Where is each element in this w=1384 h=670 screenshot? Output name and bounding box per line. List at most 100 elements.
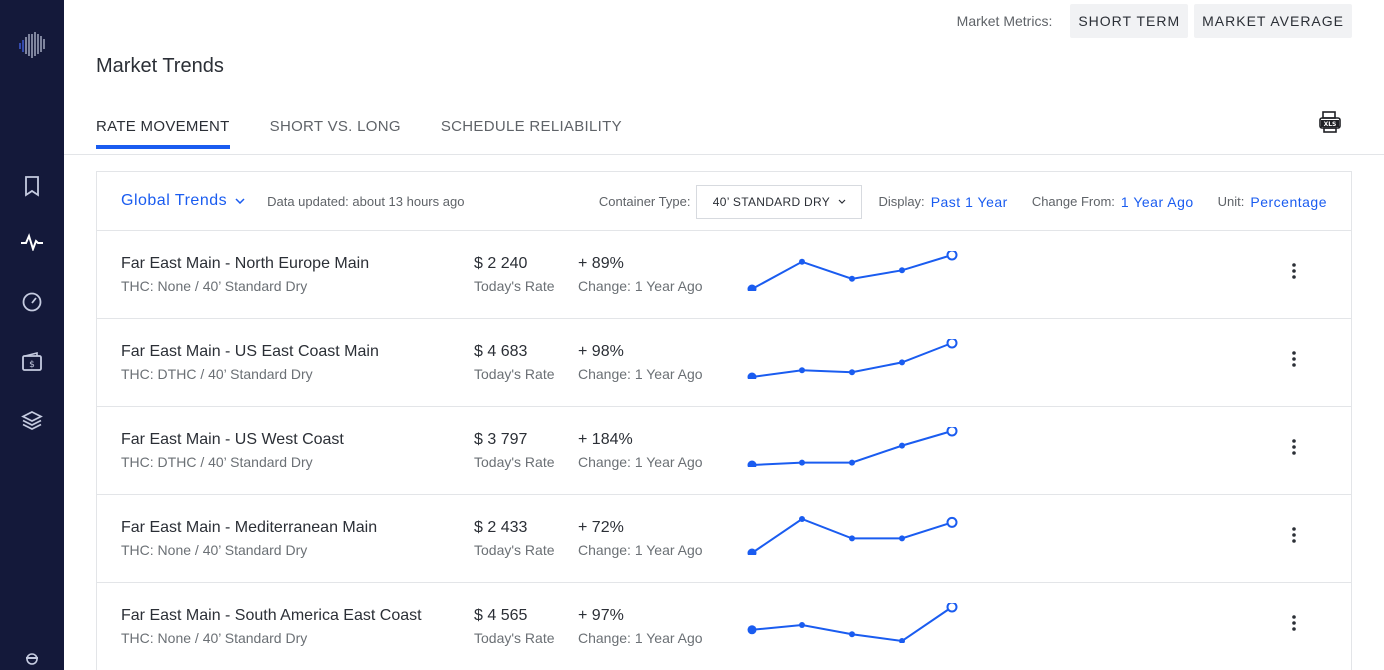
route-details: THC: None / 40’ Standard Dry [121,278,308,294]
change-from-value[interactable]: 1 Year Ago [1121,194,1194,210]
filters: Container Type: 40’ STANDARD DRY Display… [599,172,1327,231]
route-details: THC: DTHC / 40’ Standard Dry [121,454,313,470]
user-avatar-icon[interactable] [21,652,43,670]
sparkline-line [751,254,953,290]
change-label: Change: 1 Year Ago [578,366,703,382]
barcode-logo[interactable] [18,30,48,60]
page-title: Market Trends [96,55,224,77]
xls-export-icon[interactable]: XLS [1318,110,1342,134]
short-term-button[interactable]: SHORT TERM [1070,4,1189,38]
more-vert-icon [1292,263,1296,279]
todays-rate-label: Today's Rate [474,454,555,470]
more-options-button[interactable] [1283,259,1305,283]
change-label: Change: 1 Year Ago [578,454,703,470]
container-type-select[interactable]: 40’ STANDARD DRY [696,184,863,219]
container-type-label: Container Type: [598,194,691,209]
sparkline-point [849,369,855,376]
more-vert-icon [1292,527,1296,543]
trends-card: Global Trends Data updated: about 13 hou… [96,171,1352,670]
sparkline-point [849,275,855,282]
change-value: + 184% [578,431,633,448]
todays-rate-value: $ 2 433 [474,519,528,536]
sidebar-item-dashboard[interactable] [19,289,45,315]
sparkline-point [899,359,905,366]
global-trends-dropdown[interactable]: Global Trends [121,192,245,210]
more-options-button[interactable] [1283,523,1305,547]
sparkline-point [799,459,805,466]
sparkline-point [799,367,805,374]
route-details: THC: None / 40’ Standard Dry [121,542,308,558]
trend-sparkline [747,603,958,643]
change-label: Change: 1 Year Ago [578,630,703,646]
more-options-button[interactable] [1283,435,1305,459]
sparkline-point [747,372,757,379]
change-label: Change: 1 Year Ago [578,542,703,558]
data-updated-text: Data updated: about 13 hours ago [267,193,465,209]
todays-rate-label: Today's Rate [474,542,555,558]
trade-lane-row[interactable]: Far East Main - South America East Coast… [97,583,1351,670]
more-options-button[interactable] [1283,611,1305,635]
trade-lane-row[interactable]: Far East Main - North Europe Main THC: N… [97,231,1351,319]
trade-lane-list: Far East Main - North Europe Main THC: N… [97,231,1351,670]
route-name: Far East Main - Mediterranean Main [121,519,378,536]
sidebar-item-layers[interactable] [19,407,45,433]
todays-rate-value: $ 2 240 [474,255,528,272]
sparkline-point [946,339,958,349]
sparkline-point [849,459,855,466]
activity-pulse-icon [21,233,43,251]
global-trends-label: Global Trends [121,192,228,209]
route-name: Far East Main - North Europe Main [121,255,370,272]
sparkline-point [946,427,958,437]
todays-rate-label: Today's Rate [474,630,555,646]
change-value: + 98% [578,343,624,360]
unit-value[interactable]: Percentage [1250,194,1327,210]
trade-lane-row[interactable]: Far East Main - US West Coast THC: DTHC … [97,407,1351,495]
sparkline-point [799,516,805,522]
more-options-button[interactable] [1283,347,1305,371]
sparkline-point [799,622,805,629]
tab-bar: RATE MOVEMENT SHORT VS. LONG SCHEDULE RE… [96,118,622,149]
sparkline-point [747,548,757,555]
trade-lane-row[interactable]: Far East Main - US East Coast Main THC: … [97,319,1351,407]
wallet-dollar-icon: $ [22,351,42,371]
change-label: Change: 1 Year Ago [578,278,703,294]
trade-lane-row[interactable]: Far East Main - Mediterranean Main THC: … [97,495,1351,583]
sidebar-item-rates[interactable]: $ [19,349,45,375]
market-metrics-label: Market Metrics: [956,13,1053,29]
sparkline-point [747,460,757,467]
market-average-button[interactable]: MARKET AVERAGE [1194,4,1352,38]
trend-sparkline [747,251,958,291]
sidebar-item-bookmarks[interactable] [19,173,45,199]
sidebar-item-market-trends[interactable] [19,229,45,255]
change-value: + 97% [578,607,624,624]
sparkline-point [849,631,855,638]
sparkline-point [899,442,905,449]
bookmark-icon [25,176,39,197]
more-vert-icon [1292,615,1296,631]
change-from-label: Change From: [1031,194,1115,209]
layers-icon [21,411,43,430]
route-details: THC: DTHC / 40’ Standard Dry [121,366,313,382]
tabs-divider [64,154,1384,155]
display-label: Display: [878,194,925,209]
trend-sparkline [747,339,958,379]
change-value: + 89% [578,255,624,272]
tab-schedule-reliability[interactable]: SCHEDULE RELIABILITY [441,118,622,149]
gauge-icon [22,292,42,312]
tab-short-vs-long[interactable]: SHORT VS. LONG [270,118,401,149]
more-vert-icon [1292,439,1296,455]
todays-rate-value: $ 3 797 [474,431,528,448]
sidebar: $ [0,0,64,670]
route-details: THC: None / 40’ Standard Dry [121,630,308,646]
sparkline-point [946,516,958,528]
svg-text:$: $ [29,360,35,370]
more-vert-icon [1292,351,1296,367]
sparkline-point [747,284,757,291]
todays-rate-value: $ 4 683 [474,343,528,360]
display-value[interactable]: Past 1 Year [931,194,1008,210]
sparkline-point [899,535,905,542]
tab-rate-movement[interactable]: RATE MOVEMENT [96,118,230,149]
trend-sparkline [747,516,958,555]
sparkline-point [946,603,958,613]
card-header: Global Trends Data updated: about 13 hou… [97,172,1351,231]
